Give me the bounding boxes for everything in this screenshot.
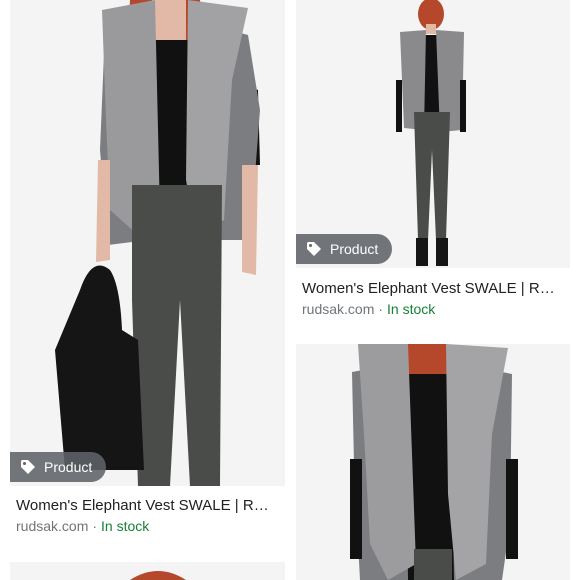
product-badge: Product [10, 452, 107, 482]
availability-status: In stock [101, 518, 150, 534]
tag-icon [306, 241, 322, 257]
result-card-next[interactable] [10, 562, 285, 580]
model-photo-cropped [10, 562, 285, 580]
result-source[interactable]: rudsak.com [16, 518, 88, 534]
result-meta: rudsak.com · In stock [302, 301, 435, 317]
result-title[interactable]: Women's Elephant Vest SWALE | RU... [302, 280, 562, 297]
availability-status: In stock [387, 301, 436, 317]
meta-separator: · [92, 518, 98, 534]
meta-separator: · [378, 301, 384, 317]
product-image-full-length-small[interactable] [296, 0, 570, 268]
product-image-next[interactable] [10, 562, 285, 580]
badge-label: Product [44, 459, 93, 475]
model-photo [10, 0, 285, 486]
product-image-full-length[interactable] [10, 0, 285, 486]
badge-label: Product [330, 241, 379, 257]
product-badge: Product [296, 234, 393, 264]
result-source[interactable]: rudsak.com [302, 301, 374, 317]
result-meta: rudsak.com · In stock [16, 518, 149, 534]
result-card-large[interactable]: Product Women's Elephant Vest SWALE | RU… [10, 0, 285, 548]
product-image-closeup[interactable] [296, 344, 570, 580]
tag-icon [20, 459, 36, 475]
result-card-small[interactable]: Product Women's Elephant Vest SWALE | RU… [296, 0, 570, 330]
model-photo-closeup [296, 344, 570, 580]
model-photo-small [296, 0, 570, 268]
result-card-closeup[interactable] [296, 344, 570, 580]
result-title[interactable]: Women's Elephant Vest SWALE | RU... [16, 497, 277, 514]
image-results-grid: Product Women's Elephant Vest SWALE | RU… [0, 0, 580, 580]
